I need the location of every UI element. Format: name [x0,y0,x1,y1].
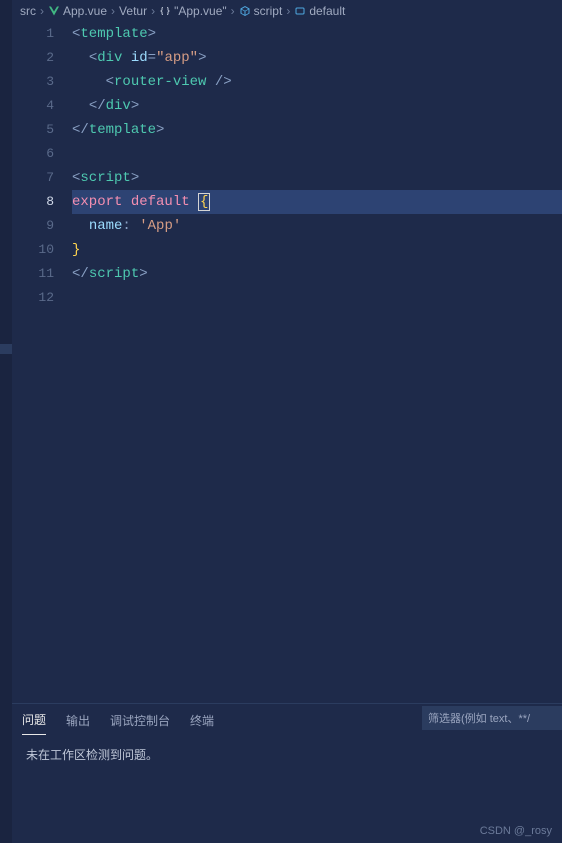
code-line[interactable]: } [72,238,562,262]
token [206,74,214,90]
token: template [80,26,147,42]
breadcrumb-item[interactable]: default [294,4,345,18]
token: /> [215,74,232,90]
breadcrumb-item[interactable]: Vetur [119,4,147,18]
token: "app" [156,50,198,66]
breadcrumb-label: Vetur [119,4,147,18]
breadcrumb-label: "App.vue" [174,4,227,18]
line-number: 11 [12,262,54,286]
cursor: { [198,193,210,211]
token: > [139,266,147,282]
panel-tab[interactable]: 调试控制台 [110,706,170,735]
token: router-view [114,74,206,90]
activity-bar[interactable] [0,0,12,843]
token: </ [72,266,89,282]
line-gutter: 123456789101112 [12,22,72,703]
activity-marker [0,344,12,354]
panel-tab[interactable]: 输出 [66,706,90,735]
token [190,194,198,210]
code-line[interactable]: name: 'App' [72,214,562,238]
watermark: CSDN @_rosy [480,825,552,837]
token: > [131,170,139,186]
vue-icon [48,5,60,17]
panel-filter-input[interactable]: 筛选器(例如 text、**/ [422,706,562,730]
code-line[interactable]: </script> [72,262,562,286]
token: = [148,50,156,66]
braces-icon [159,5,171,17]
breadcrumb-label: default [309,4,345,18]
code-editor[interactable]: 123456789101112 <template> <div id="app"… [12,22,562,703]
token [122,194,130,210]
token: script [89,266,139,282]
token [122,50,130,66]
symbol-icon [294,5,306,17]
breadcrumb-label: script [254,4,283,18]
token: </ [72,122,89,138]
token: div [97,50,122,66]
breadcrumb-item[interactable]: src [20,4,36,18]
panel-tab[interactable]: 问题 [22,705,46,735]
breadcrumb-label: App.vue [63,4,107,18]
panel-message: 未在工作区检测到问题。 [12,736,562,773]
code-line[interactable]: export default { [72,190,562,214]
breadcrumb-item[interactable]: script [239,4,283,18]
token: 'App' [139,218,181,234]
code-area[interactable]: <template> <div id="app"> <router-view /… [72,22,562,703]
chevron-right-icon: › [231,4,235,18]
token: : [122,218,130,234]
panel-tab[interactable]: 终端 [190,706,214,735]
token: default [131,194,190,210]
token [131,218,139,234]
token: name [89,218,123,234]
breadcrumb[interactable]: src›App.vue›Vetur›"App.vue"›script›defau… [12,0,562,22]
token: > [156,122,164,138]
bottom-panel[interactable]: 问题输出调试控制台终端 筛选器(例如 text、**/ 未在工作区检测到问题。 … [12,703,562,843]
line-number: 12 [12,286,54,310]
token: script [80,170,130,186]
line-number: 7 [12,166,54,190]
line-number: 8 [12,190,54,214]
code-line[interactable]: </div> [72,94,562,118]
code-line[interactable]: <div id="app"> [72,46,562,70]
line-number: 10 [12,238,54,262]
breadcrumb-label: src [20,4,36,18]
line-number: 9 [12,214,54,238]
breadcrumb-item[interactable]: "App.vue" [159,4,227,18]
line-number: 2 [12,46,54,70]
module-icon [239,5,251,17]
token: id [131,50,148,66]
token: > [148,26,156,42]
line-number: 3 [12,70,54,94]
chevron-right-icon: › [111,4,115,18]
code-line[interactable]: <router-view /> [72,70,562,94]
token: } [72,242,80,258]
token: div [106,98,131,114]
code-line[interactable] [72,286,562,310]
line-number: 6 [12,142,54,166]
code-line[interactable]: <script> [72,166,562,190]
chevron-right-icon: › [286,4,290,18]
code-line[interactable] [72,142,562,166]
chevron-right-icon: › [151,4,155,18]
token: > [131,98,139,114]
code-line[interactable]: <template> [72,22,562,46]
token: < [89,50,97,66]
line-number: 4 [12,94,54,118]
token: template [89,122,156,138]
token: > [198,50,206,66]
token: </ [89,98,106,114]
chevron-right-icon: › [40,4,44,18]
line-number: 1 [12,22,54,46]
breadcrumb-item[interactable]: App.vue [48,4,107,18]
line-number: 5 [12,118,54,142]
token: < [106,74,114,90]
code-line[interactable]: </template> [72,118,562,142]
token: export [72,194,122,210]
